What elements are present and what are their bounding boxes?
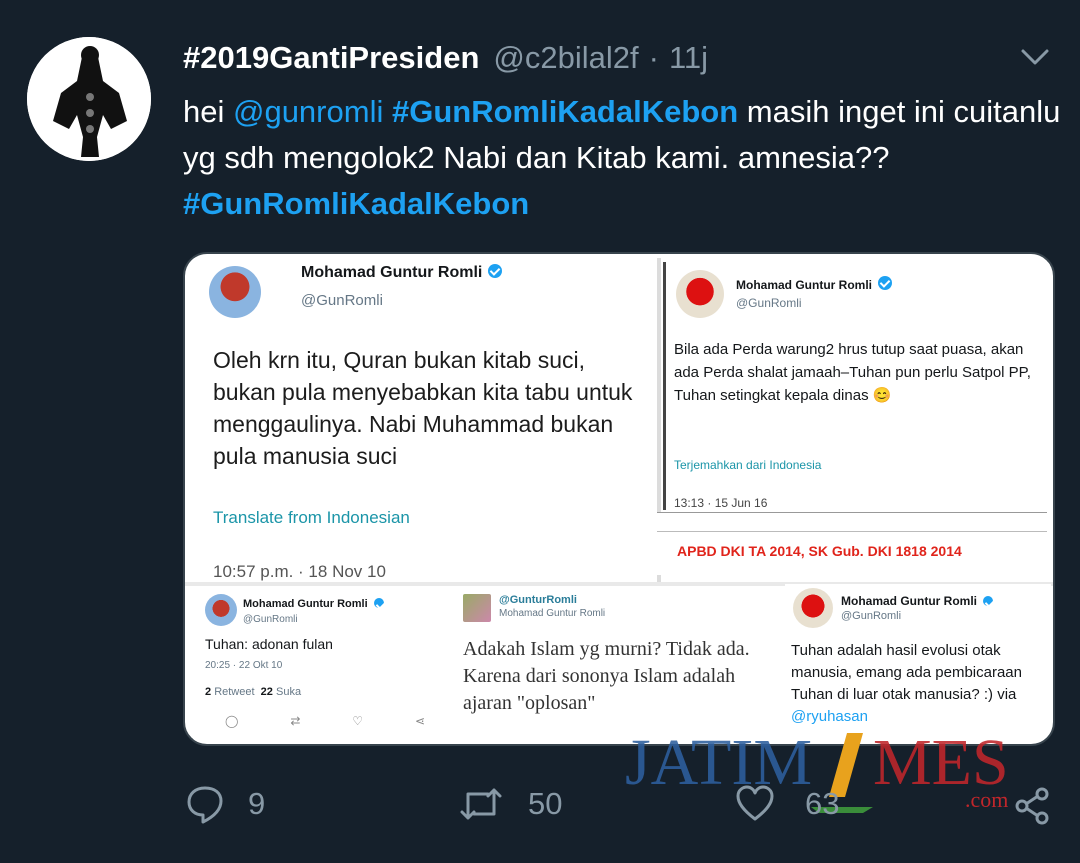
chevron-down-icon[interactable] xyxy=(1018,44,1052,70)
tweet-text-part: hei xyxy=(183,94,233,129)
budget-table-row xyxy=(657,519,1047,532)
card-name: Mohamad Guntur Romli xyxy=(243,598,384,610)
verified-icon xyxy=(488,264,503,278)
retweet-icon xyxy=(460,788,502,820)
separator-dot: · xyxy=(648,40,659,75)
like-button[interactable]: 63 xyxy=(735,784,839,824)
screenshot-card: Mohamad Guntur Romli @GunRomli Tuhan ada… xyxy=(785,584,1051,742)
reply-button[interactable]: 9 xyxy=(186,784,265,824)
card-body: Adakah Islam yg murni? Tidak ada. Karena… xyxy=(463,638,750,714)
share-button[interactable] xyxy=(1012,786,1052,826)
card-timestamp: 10:57 p.m. · 18 Nov 10 xyxy=(213,562,386,581)
display-name[interactable]: #2019GantiPresiden xyxy=(183,40,479,76)
card-name: Mohamad Guntur Romli xyxy=(301,264,503,282)
hashtag-link[interactable]: #GunRomliKadalKebon xyxy=(183,186,529,221)
like-count: 63 xyxy=(805,786,840,821)
card-body: Tuhan: adonan fulan xyxy=(205,636,333,652)
avatar-figure-icon xyxy=(27,37,151,161)
mini-retweet-icon: ⇄ xyxy=(290,714,301,728)
verified-icon xyxy=(373,598,384,608)
budget-strip: APBD DKI TA 2014, SK Gub. DKI 1818 2014 xyxy=(657,512,1047,575)
avatar[interactable] xyxy=(27,37,151,161)
verified-icon xyxy=(983,596,993,606)
card-timestamp: 20:25 · 22 Okt 10 xyxy=(205,660,283,671)
card-avatar xyxy=(205,594,237,626)
tweet-text-part xyxy=(383,94,392,129)
card-body: Oleh krn itu, Quran bukan kitab suci, bu… xyxy=(213,347,633,469)
budget-caption: APBD DKI TA 2014, SK Gub. DKI 1818 2014 xyxy=(677,543,962,559)
tweet-text: hei @gunromli #GunRomliKadalKebon masih … xyxy=(183,89,1063,227)
card-name: Mohamad Guntur Romli xyxy=(841,594,993,608)
card-timestamp: 13:13 · 15 Jun 16 xyxy=(674,496,768,510)
tweet-header: #2019GantiPresiden @c2bilal2f · 11j xyxy=(183,36,708,80)
tweet-actions: 9 50 63 xyxy=(0,784,1080,834)
card-avatar xyxy=(209,266,261,318)
retweet-button[interactable]: 50 xyxy=(458,784,562,824)
screenshot-card: Mohamad Guntur Romli @GunRomli Bila ada … xyxy=(663,262,1050,510)
card-handle: @GunRomli xyxy=(841,610,902,622)
mini-share-icon: ⋖ xyxy=(414,714,425,728)
card-avatar xyxy=(463,594,491,622)
card-avatar xyxy=(676,270,724,318)
card-handle: Mohamad Guntur Romli xyxy=(499,608,606,619)
card-name: @GunturRomli xyxy=(499,594,577,606)
reply-count: 9 xyxy=(248,786,266,821)
screenshot-card: @GunturRomli Mohamad Guntur Romli Adakah… xyxy=(453,588,781,742)
screenshot-card: Mohamad Guntur Romli @GunRomli Oleh krn … xyxy=(189,258,657,582)
card-body: Tuhan adalah hasil evolusi otak manusia,… xyxy=(791,642,1022,725)
card-body: Bila ada Perda warung2 hrus tutup saat p… xyxy=(674,341,1031,404)
card-avatar xyxy=(793,588,833,628)
mini-like-icon: ♡ xyxy=(352,714,364,728)
share-icon xyxy=(1015,787,1049,825)
retweet-count: 50 xyxy=(528,786,563,821)
card-handle: @GunRomli xyxy=(301,292,383,309)
mention-link[interactable]: @gunromli xyxy=(233,94,383,129)
user-handle[interactable]: @c2bilal2f xyxy=(493,40,638,76)
card-handle: @GunRomli xyxy=(736,296,802,310)
mini-reply-icon: ◯ xyxy=(225,714,239,728)
card-stats: 2 Retweet 22 Suka xyxy=(205,686,302,698)
tweet-time[interactable]: 11j xyxy=(669,40,708,76)
card-translate: Translate from Indonesian xyxy=(213,508,410,527)
card-name: Mohamad Guntur Romli xyxy=(736,276,892,292)
hashtag-link[interactable]: #GunRomliKadalKebon xyxy=(392,94,738,129)
reply-icon xyxy=(187,786,223,824)
like-icon xyxy=(736,785,774,821)
verified-icon xyxy=(878,276,892,290)
media-collage[interactable]: Mohamad Guntur Romli @GunRomli Oleh krn … xyxy=(183,252,1055,746)
card-translate: Terjemahkan dari Indonesia xyxy=(674,458,822,472)
screenshot-card: Mohamad Guntur Romli @GunRomli Tuhan: ad… xyxy=(193,588,449,742)
card-action-row: ◯ ⇄ ♡ ⋖ xyxy=(225,714,425,728)
card-handle: @GunRomli xyxy=(243,614,298,625)
